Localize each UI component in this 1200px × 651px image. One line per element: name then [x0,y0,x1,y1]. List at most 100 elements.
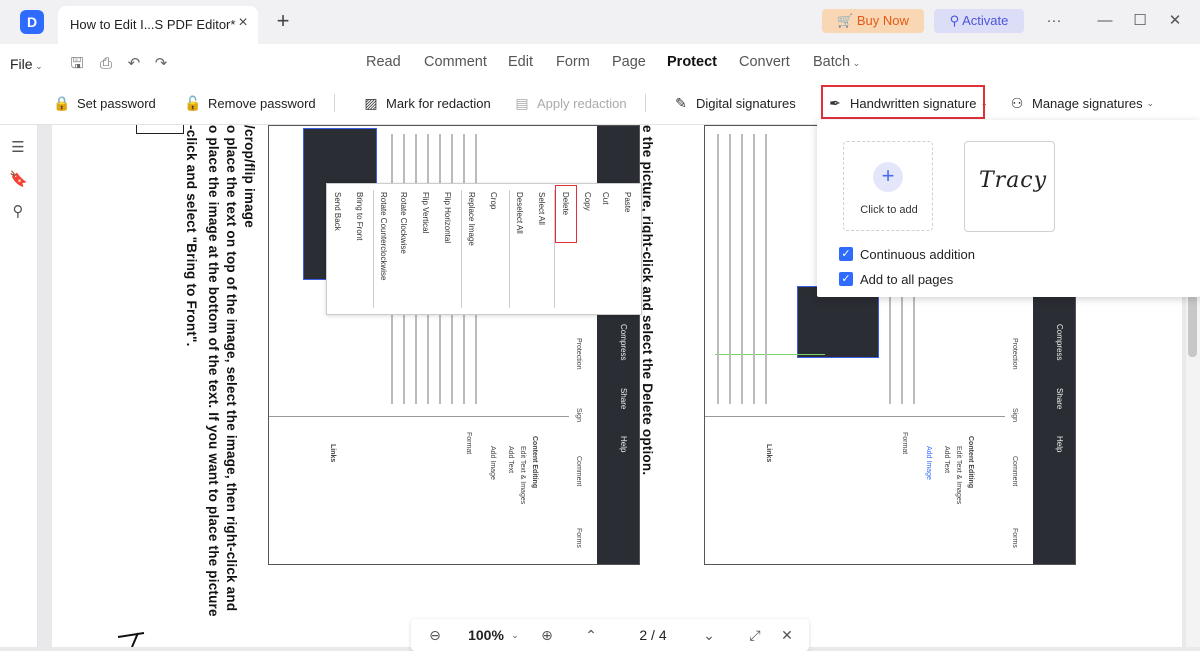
remove-password-button[interactable]: 🔓 Remove password [184,92,316,114]
screenshot-label-content-editing-2: Content Editing [967,436,974,489]
new-tab-button[interactable]: + [272,10,294,32]
screenshot-label-edit-text: Edit Text & Images [519,446,526,505]
set-password-button[interactable]: 🔒 Set password [53,92,156,114]
redo-icon[interactable]: ↷ [152,55,170,73]
manage-signatures-label: Manage signatures [1032,95,1143,111]
handwritten-signature-highlight [821,85,985,119]
next-page-icon[interactable]: ⌄ [699,625,719,645]
ctx-rotate-clockwise: Rotate Clockwise [399,192,408,254]
ctx-send-back: Send Back [333,192,342,231]
text-column-2: o place the text on top of the image, se… [224,125,239,612]
remove-password-label: Remove password [208,95,316,111]
lock-icon: 🔒 [53,95,71,111]
manage-signatures-icon: ⚇ [1010,95,1024,111]
menu-protect[interactable]: Protect [667,54,717,70]
document-tab-title: How to Edit I...S PDF Editor* [70,17,236,32]
plus-icon: + [873,162,903,192]
screenshot-label-comment-2: Comment [1011,456,1018,487]
zoom-out-icon[interactable]: ⊖ [425,625,445,645]
screenshot-label-edit-text-2: Edit Text & Images [955,446,962,505]
close-zoom-bar-icon[interactable]: ✕ [777,625,797,645]
screenshot-label-links: Links [329,444,336,463]
add-signature-label: Click to add [860,204,918,216]
apply-redaction-label: Apply redaction [537,95,627,111]
add-to-all-pages-checkbox[interactable]: ✓ Add to all pages [839,270,953,288]
continuous-addition-label: Continuous addition [860,246,975,262]
unlock-icon: 🔓 [184,95,202,111]
ctx-flip-vertical: Flip Vertical [421,192,430,234]
zoom-in-icon[interactable]: ⊕ [537,625,557,645]
screenshot-label-protection-2: Protection [1011,338,1018,370]
buy-now-button[interactable]: 🛒 Buy Now [822,9,924,33]
digital-signatures-label: Digital signatures [696,95,796,111]
buy-now-label: Buy Now [856,13,909,28]
ctx-flip-horizontal: Flip Horizontal [443,192,452,244]
screenshot-divider [269,416,569,417]
handwriting-fragment [117,632,145,647]
screenshot-label-protection: Protection [575,338,582,370]
protect-ribbon: 🔒 Set password 🔓 Remove password ▨ Mark … [0,84,1200,125]
screenshot-label-add-image: Add Image [489,446,496,480]
digital-signatures-button[interactable]: ✎ Digital signatures [672,92,796,114]
file-menu-label: File [10,56,33,72]
screenshot-label-format-2: Format [901,432,908,455]
activate-label: Activate [962,13,1009,28]
menu-batch[interactable]: Batch ⌄ [813,54,860,70]
close-window-button[interactable]: ✕ [1163,10,1187,32]
saved-signature-tile[interactable]: Tracy [964,141,1055,232]
set-password-label: Set password [77,95,156,111]
bookmark-icon[interactable]: 🔖 [9,171,28,189]
minimize-button[interactable]: — [1093,10,1117,32]
apply-redaction-button[interactable]: ▤ Apply redaction [513,92,627,114]
zoom-toolbar: ⊖ 100% ⌄ ⊕ ⌃ 2 / 4 ⌄ ⤢ ✕ [411,619,809,651]
pen-icon: ✎ [675,95,687,111]
maximize-button[interactable]: ☐ [1128,10,1152,32]
saved-signature-text: Tracy [979,168,1048,193]
menu-convert[interactable]: Convert [739,54,790,70]
mark-for-redaction-label: Mark for redaction [386,95,491,111]
page-indicator[interactable]: 2 / 4 [629,625,677,645]
scrollbar-thumb[interactable] [1188,295,1197,357]
menu-page[interactable]: Page [612,54,646,70]
print-icon[interactable]: ⎙ [97,55,115,73]
undo-icon[interactable]: ↶ [125,55,143,73]
activate-button[interactable]: ⚲ Activate [934,9,1024,33]
zoom-level[interactable]: 100% [461,625,511,645]
manage-signatures-button[interactable]: ⚇ Manage signatures ⌄ [1008,92,1154,114]
screenshot-label-add-text: Add Text [507,446,514,474]
screenshot-label-compress: Compress [619,324,628,361]
previous-page-icon[interactable]: ⌃ [581,625,601,645]
menu-form[interactable]: Form [556,54,590,70]
key-icon: ⚲ [949,13,960,28]
ribbon-divider [334,94,335,112]
more-options-icon[interactable]: ··· [1042,10,1066,32]
ctx-paste: Paste [623,192,632,213]
cart-icon: 🛒 [837,13,854,28]
thumbnails-icon[interactable]: ☰ [9,139,27,157]
close-tab-icon[interactable]: × [234,14,252,32]
title-bar: D How to Edit I...S PDF Editor* × + 🛒 Bu… [0,0,1200,44]
mark-for-redaction-button[interactable]: ▨ Mark for redaction [362,92,491,114]
screenshot-label-comment: Comment [575,456,582,487]
menu-edit[interactable]: Edit [508,54,533,70]
menu-read[interactable]: Read [366,54,401,70]
menu-comment[interactable]: Comment [424,54,487,70]
fit-page-icon[interactable]: ⤢ [745,625,765,645]
save-icon[interactable]: 🖫 [68,55,86,73]
document-tab[interactable]: How to Edit I...S PDF Editor* × [58,6,258,44]
screenshot-label-content-editing: Content Editing [531,436,538,489]
ctx-crop: Crop [489,192,498,210]
chevron-down-icon[interactable]: ⌄ [509,625,521,645]
add-signature-tile[interactable]: + Click to add [843,141,933,231]
continuous-addition-checkbox[interactable]: ✓ Continuous addition [839,245,975,263]
ctx-delete-highlight [555,185,577,243]
chevron-down-icon: ⌄ [1146,97,1155,108]
menu-bar: File ⌄ 🖫 ⎙ ↶ ↷ Read Comment Edit Form Pa… [0,44,1200,84]
screenshot-label-forms: Forms [575,528,582,548]
screenshot-label-help-2: Help [1055,436,1064,453]
screenshot-label-format: Format [465,432,472,455]
screenshot-label-compress-2: Compress [1055,324,1064,361]
file-menu[interactable]: File ⌄ [10,56,43,72]
search-icon[interactable]: ⚲ [9,203,27,221]
screenshot-context-menu: Paste Copy Cut Delete Select All Deselec… [326,183,642,315]
